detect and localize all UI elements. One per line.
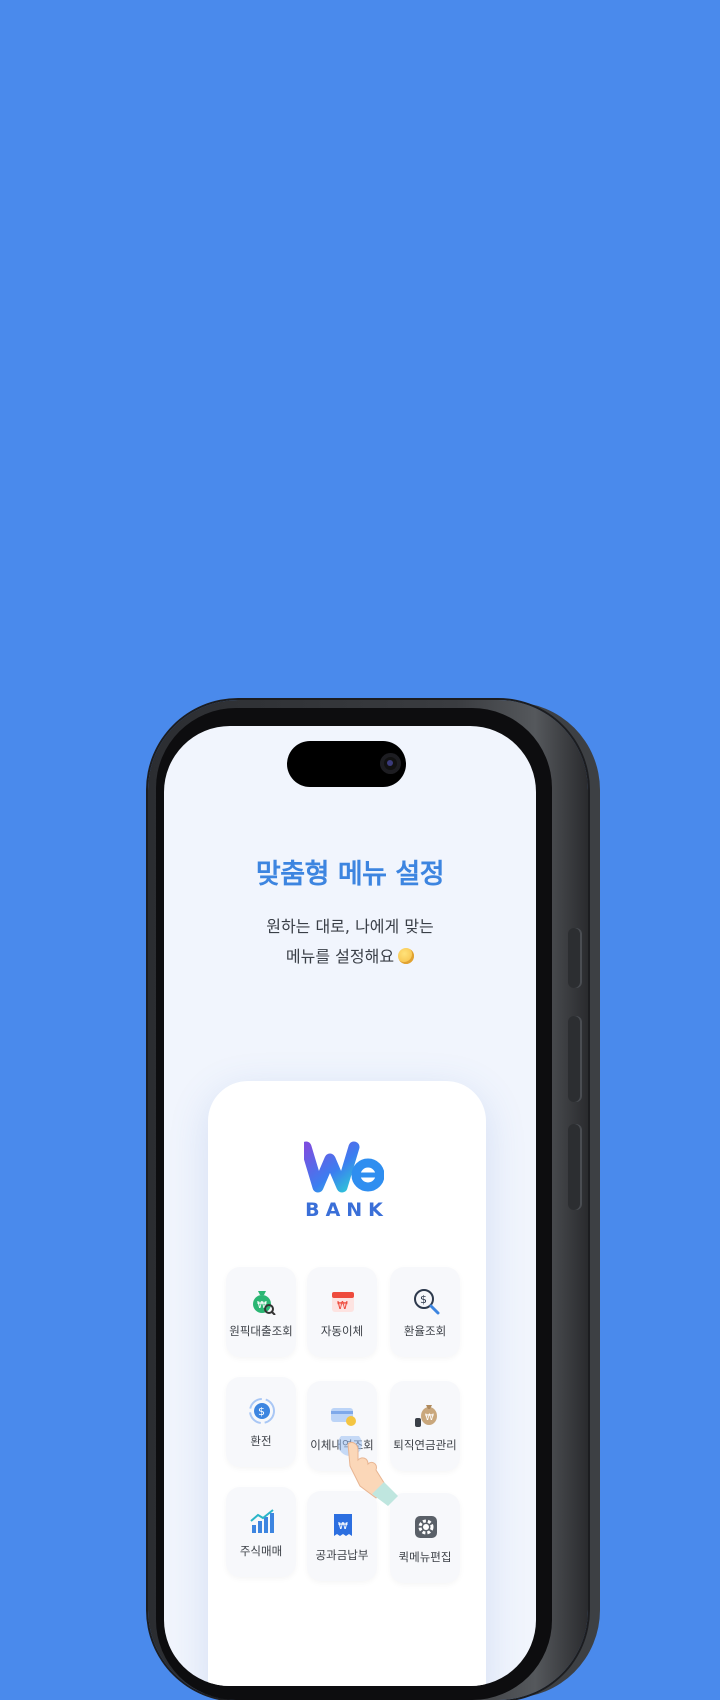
menu-item-stock-trading[interactable]: 주식매매 — [226, 1487, 296, 1577]
menu-item-label: 환율조회 — [403, 1324, 447, 1338]
svg-text:$: $ — [420, 1293, 427, 1306]
volume-down-button — [568, 1124, 582, 1210]
gear-icon — [415, 1516, 437, 1538]
card-coin-icon — [331, 1408, 356, 1426]
pointing-hand-icon — [338, 1436, 398, 1506]
phone-screen: 맞춤형 메뉴 설정 원하는 대로, 나에게 맞는 메뉴를 설정해요 BANK ₩ — [164, 726, 536, 1686]
subtitle-line-2-text: 메뉴를 설정해요 — [285, 947, 395, 966]
calendar-won-icon: ₩ — [332, 1292, 354, 1312]
dollar-search-icon: $ — [414, 1289, 440, 1315]
app-preview-card: BANK ₩ 원픽대출조회 ₩ 자동이체 $ 환율조회 $ 환전 ₩ 퇴직연금관… — [208, 1081, 486, 1686]
menu-item-label: 환전 — [250, 1434, 272, 1448]
menu-item-label: 원픽대출조회 — [229, 1324, 293, 1338]
svg-text:$: $ — [258, 1405, 265, 1418]
front-camera-icon — [380, 753, 401, 774]
menu-item-exchange-rate[interactable]: $ 환율조회 — [390, 1267, 460, 1357]
subtitle: 원하는 대로, 나에게 맞는 메뉴를 설정해요 — [164, 912, 536, 972]
menu-item-label: 퀵메뉴편집 — [398, 1550, 452, 1564]
action-button — [568, 928, 582, 988]
currency-exchange-icon: $ — [249, 1398, 275, 1424]
menu-item-label: 주식매매 — [239, 1544, 283, 1558]
svg-text:₩: ₩ — [338, 1521, 348, 1532]
menu-item-auto-transfer[interactable]: ₩ 자동이체 — [307, 1267, 377, 1357]
thinking-face-icon — [398, 948, 415, 964]
page-title: 맞춤형 메뉴 설정 — [255, 859, 445, 890]
svg-text:₩: ₩ — [337, 1299, 348, 1312]
volume-up-button — [568, 1016, 582, 1102]
menu-item-label: 자동이체 — [320, 1324, 364, 1338]
menu-item-loan-search[interactable]: ₩ 원픽대출조회 — [226, 1267, 296, 1357]
menu-item-currency-exchange[interactable]: $ 환전 — [226, 1377, 296, 1467]
svg-text:₩: ₩ — [425, 1413, 434, 1423]
we-bank-logo — [304, 1141, 384, 1193]
stock-chart-icon — [250, 1509, 274, 1533]
menu-item-label: 공과금납부 — [315, 1548, 369, 1562]
subtitle-line-1: 원하는 대로, 나에게 맞는 — [266, 917, 434, 936]
money-bag-search-icon: ₩ — [253, 1291, 276, 1315]
money-bag-hand-icon: ₩ — [415, 1405, 437, 1427]
brand-subtext: BANK — [305, 1199, 389, 1221]
subtitle-line-2: 메뉴를 설정해요 — [164, 942, 536, 972]
